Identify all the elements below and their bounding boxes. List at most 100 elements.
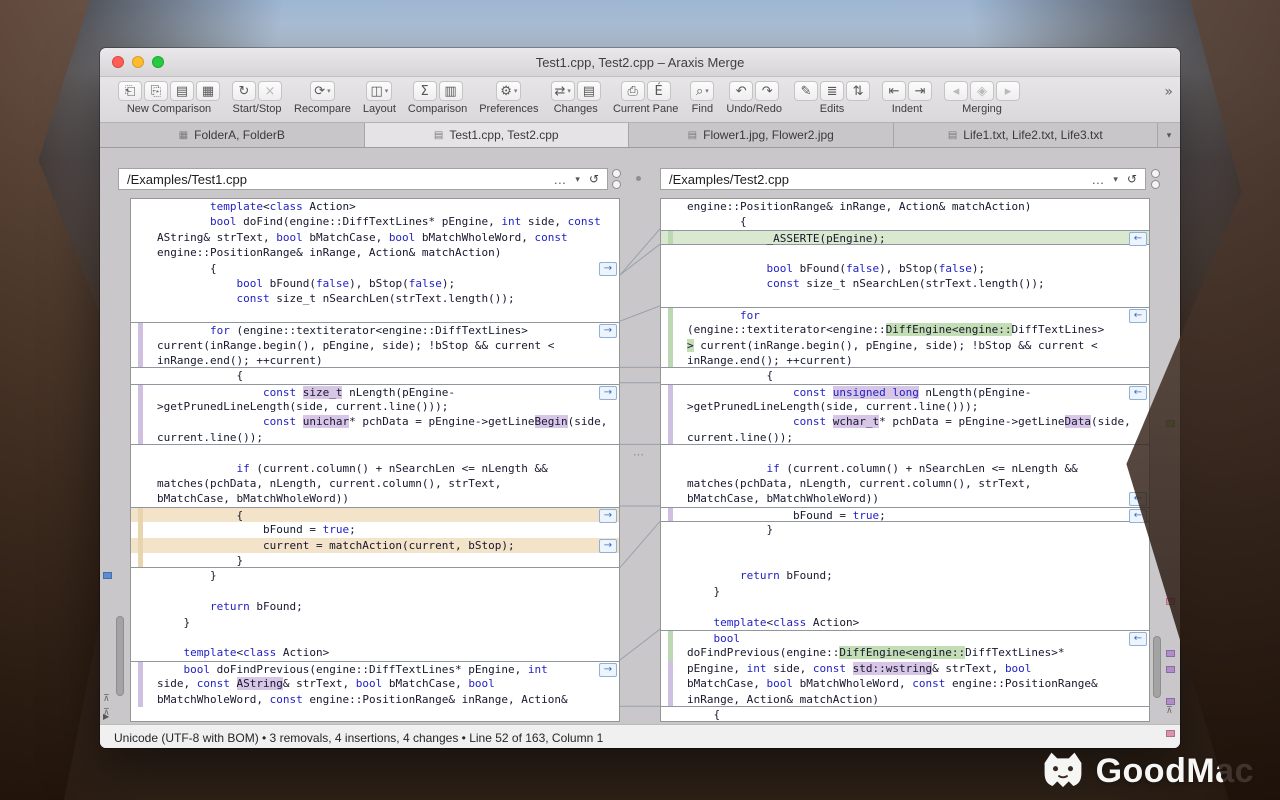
merge-to-right-button[interactable]: →	[599, 509, 617, 523]
history-icon[interactable]: ↺	[589, 172, 599, 186]
merge-to-right-button[interactable]: →	[599, 324, 617, 338]
undo-button[interactable]: ↶	[729, 81, 753, 101]
new-folder-comparison-button[interactable]: ⎘	[144, 81, 168, 101]
right-scrollbar-thumb[interactable]	[1153, 636, 1161, 698]
merge-to-left-button[interactable]: ←	[1129, 509, 1147, 523]
change-bar	[138, 508, 143, 522]
code-line: const wchar_t* pchData = pEngine->getLin…	[661, 414, 1149, 429]
right-scrollbar[interactable]	[1152, 198, 1163, 722]
zoom-button[interactable]	[152, 56, 164, 68]
stop-button[interactable]: ×	[258, 81, 282, 101]
comparison-report-button[interactable]: ▥	[439, 81, 463, 101]
new-text-comparison-button[interactable]: ⎗	[118, 81, 142, 101]
recompare-button[interactable]: ⟳▾	[310, 81, 334, 101]
changes-report-button[interactable]: ▤	[577, 81, 601, 101]
code-line: {	[131, 368, 619, 383]
change-bar	[668, 261, 673, 276]
change-bar	[668, 538, 673, 553]
diff-map-mark	[1166, 650, 1175, 657]
tab-test1-cpp-test2-cpp[interactable]: ▤ Test1.cpp, Test2.cpp	[365, 123, 630, 147]
merge-left-button[interactable]: ◂	[944, 81, 968, 101]
merge-right-button[interactable]: ▸	[996, 81, 1020, 101]
layout-button[interactable]: ◫▾	[366, 81, 392, 101]
tab-bar-tabs: ▦FolderA, FolderB ▤ Test1.cpp, Test2.cpp ▤F…	[100, 123, 1158, 147]
path-dropdown-icon[interactable]: ▾	[575, 174, 580, 185]
change-bar	[138, 568, 143, 583]
redo-button[interactable]: ↷	[755, 81, 779, 101]
more-button[interactable]: …	[553, 173, 566, 186]
left-scrollbar-thumb[interactable]	[116, 616, 124, 696]
merge-to-right-button[interactable]: →	[599, 386, 617, 400]
merge-to-right-button[interactable]: →	[599, 262, 617, 276]
tab-label: Test1.cpp, Test2.cpp	[449, 128, 558, 142]
pane-link-handle	[1151, 169, 1160, 191]
merge-to-right-button[interactable]: →	[599, 539, 617, 553]
history-icon[interactable]: ↺	[1127, 172, 1137, 186]
code-line: matches(pchData, nLength, current.column…	[661, 476, 1149, 491]
change-bar	[668, 414, 673, 429]
merge-to-left-button[interactable]: ←	[1129, 632, 1147, 646]
pane-link-handle	[612, 169, 621, 191]
new-binary-comparison-button[interactable]: ▦	[196, 81, 220, 101]
dropdown-caret-icon: ▾	[385, 87, 389, 95]
code-pane-right[interactable]: engine::PositionRange& inRange, Action& …	[660, 198, 1150, 722]
close-button[interactable]	[112, 56, 124, 68]
code-line	[661, 291, 1149, 306]
preferences-button[interactable]: ⚙▾	[496, 81, 521, 101]
tab-file-icon: ▤	[688, 130, 697, 141]
find-button[interactable]: ⌕▾	[690, 81, 714, 101]
merge-to-right-button[interactable]: →	[599, 663, 617, 677]
merge-to-left-button[interactable]: ←	[1129, 492, 1147, 506]
code-line: engine::PositionRange& inRange, Action& …	[661, 199, 1149, 214]
bottom-disclosure-icon[interactable]: ▶	[103, 712, 109, 721]
merge-to-left-button[interactable]: ←	[1129, 232, 1147, 246]
code-line: _ASSERTE(pEngine);←	[661, 230, 1149, 245]
toolbar-overflow-button[interactable]: »	[1164, 84, 1173, 100]
comparison-summary-button[interactable]: Σ	[413, 81, 437, 101]
indent-button[interactable]: ⇥	[908, 81, 932, 101]
new-binary-comparison-icon: ▦	[202, 85, 214, 98]
jump-bottom-icon[interactable]: ⊼	[103, 694, 110, 704]
change-bar	[668, 385, 673, 399]
change-bar	[138, 662, 143, 676]
diff-map-left: ⊼ ⊼	[102, 198, 114, 722]
merge-to-left-button[interactable]: ←	[1129, 309, 1147, 323]
edits-list-button[interactable]: ≣	[820, 81, 844, 101]
code-line	[661, 599, 1149, 614]
merge-to-left-button[interactable]: ←	[1129, 386, 1147, 400]
tab-list-dropdown-button[interactable]: ▾	[1158, 123, 1180, 147]
tab-life1-txt-life2-txt-life3-txt[interactable]: ▤Life1.txt, Life2.txt, Life3.txt	[894, 123, 1159, 147]
code-line	[131, 445, 619, 460]
change-bar	[138, 399, 143, 414]
tab-flower1-jpg-flower2-jpg[interactable]: ▤Flower1.jpg, Flower2.jpg	[629, 123, 894, 147]
start-button[interactable]: ↻	[232, 81, 256, 101]
change-bar	[668, 445, 673, 460]
unindent-button[interactable]: ⇤	[882, 81, 906, 101]
diff-map-mark	[1166, 698, 1175, 705]
goodmac-cat-icon	[1040, 750, 1086, 792]
change-bar	[668, 491, 673, 506]
changes-button[interactable]: ⇄▾	[551, 81, 575, 101]
path-dropdown-icon[interactable]: ▾	[1113, 174, 1118, 185]
tab-foldera-folderb[interactable]: ▦FolderA, FolderB	[100, 123, 365, 147]
toolbar-group: ◫▾Layout	[363, 81, 396, 115]
encoding-button[interactable]: É	[647, 81, 671, 101]
window-title: Test1.cpp, Test2.cpp – Araxis Merge	[536, 55, 745, 70]
merge-both-button[interactable]: ◈	[970, 81, 994, 101]
code-pane-left[interactable]: template<class Action> bool doFind(engin…	[130, 198, 620, 722]
new-image-comparison-button[interactable]: ▤	[170, 81, 194, 101]
left-scrollbar[interactable]	[115, 198, 126, 722]
code-line	[131, 307, 619, 322]
code-line: AString& strText, bool bMatchCase, bool …	[131, 230, 619, 245]
more-button[interactable]: …	[1091, 173, 1104, 186]
edits-nav-button[interactable]: ⇅	[846, 81, 870, 101]
minimize-button[interactable]	[132, 56, 144, 68]
save-button[interactable]: ⎙	[621, 81, 645, 101]
edit-button[interactable]: ✎	[794, 81, 818, 101]
current-change-indicator	[103, 572, 112, 579]
changes-icon: ⇄	[555, 85, 566, 98]
goodmac-text: GoodMac	[1096, 752, 1254, 791]
change-bar	[138, 214, 143, 229]
tab-file-icon: ▤	[434, 130, 443, 141]
jump-bottom-icon[interactable]: ⊼	[1166, 706, 1173, 716]
